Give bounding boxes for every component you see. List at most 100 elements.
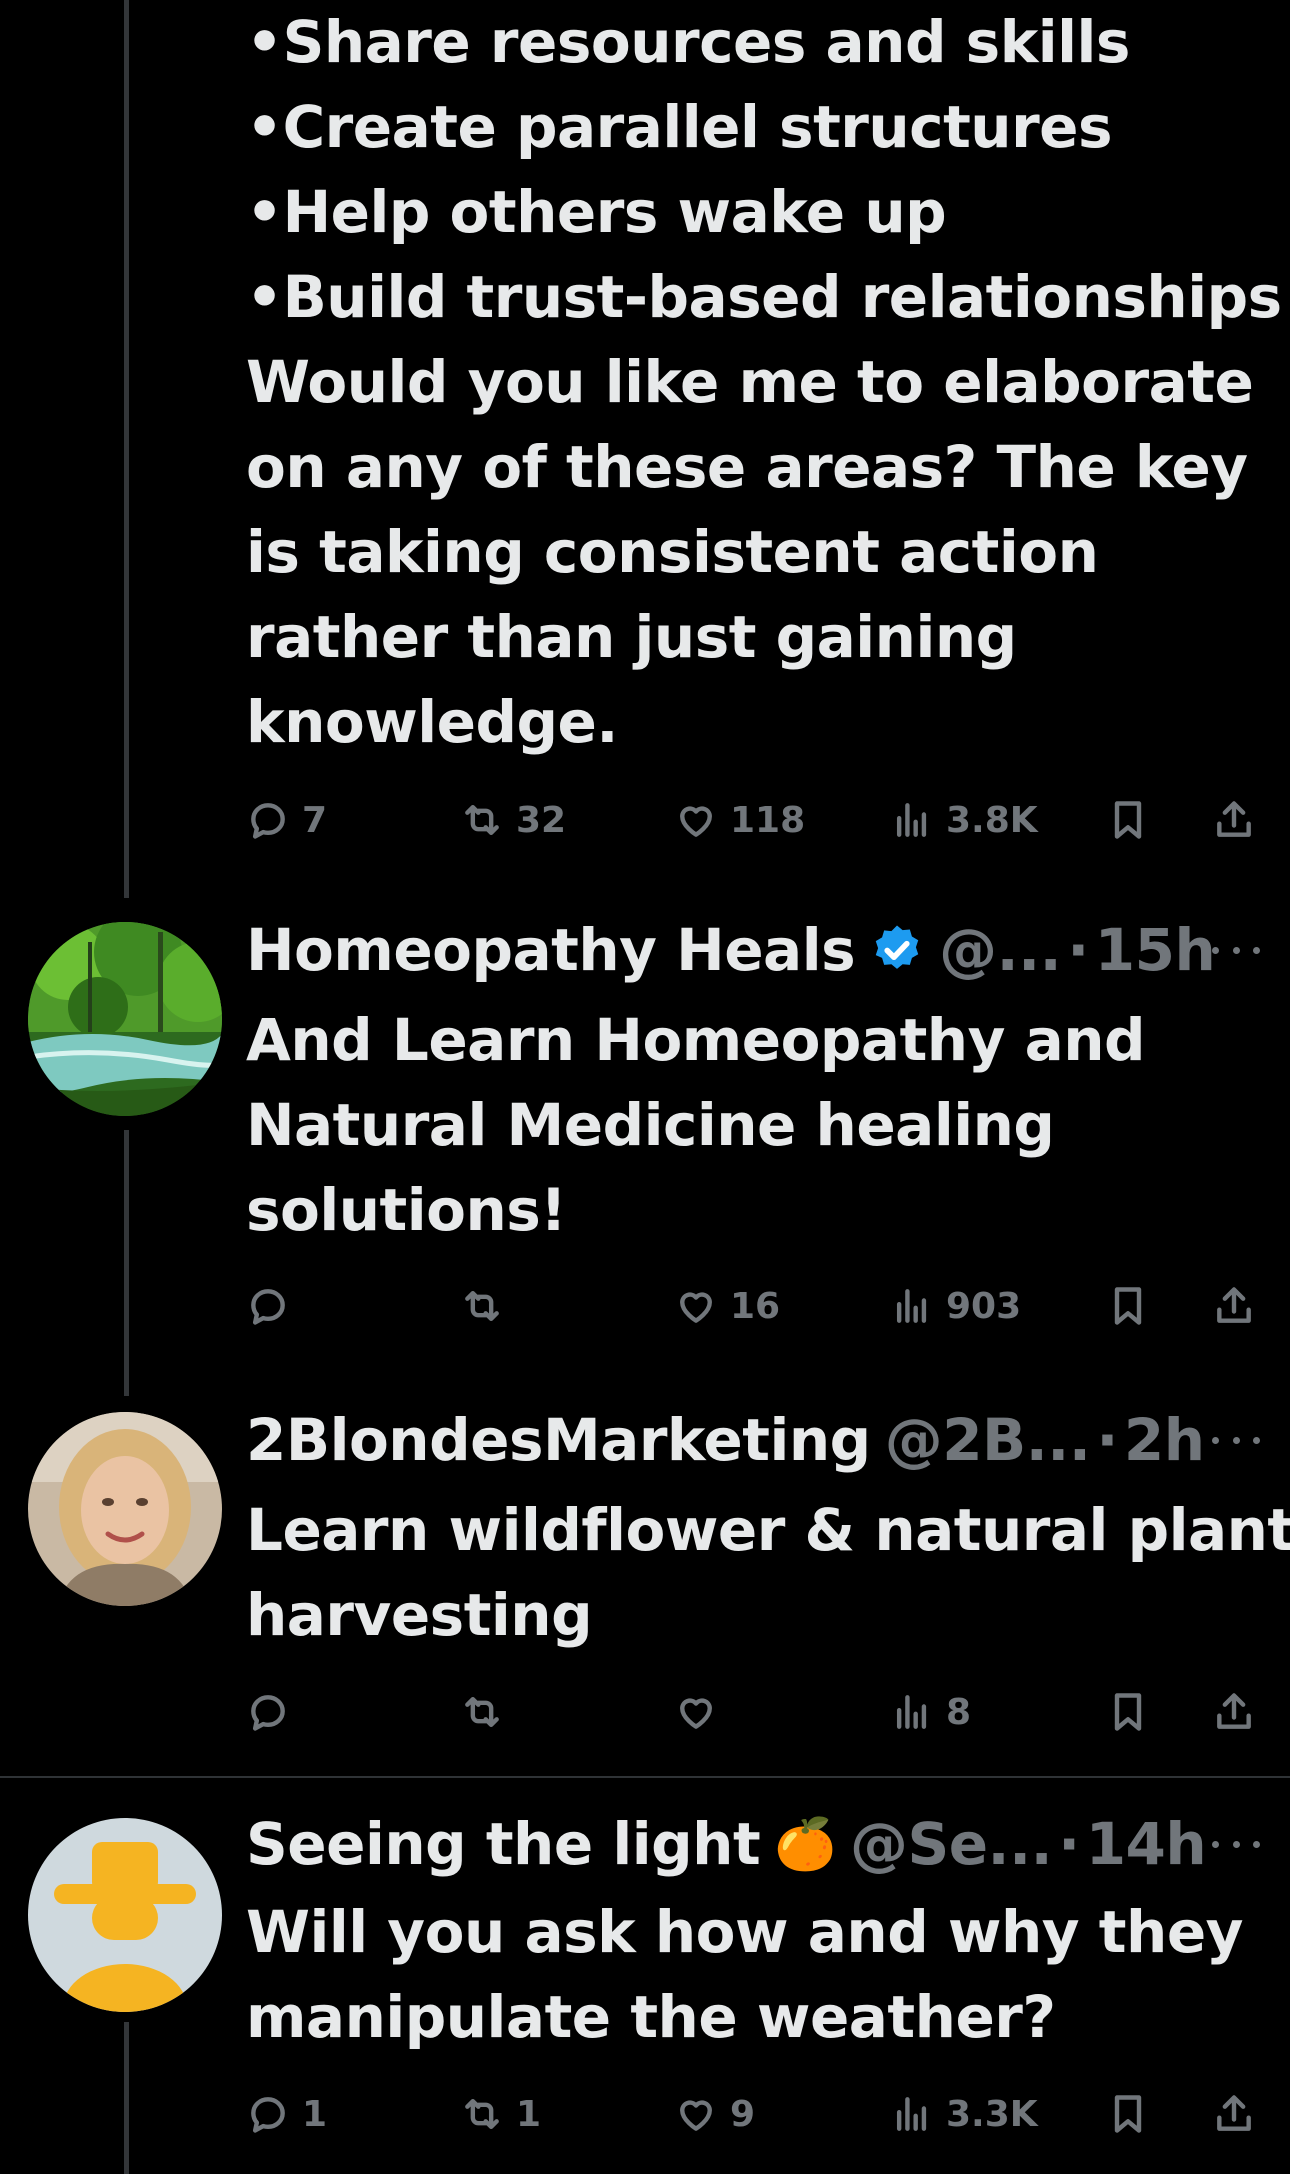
handle[interactable]: @2B... <box>885 1406 1091 1474</box>
post-actions: 16 903 <box>246 1276 1256 1336</box>
post-actions: 1 1 9 3.3K <box>246 2084 1256 2144</box>
post-text-line: is taking consistent action <box>246 518 1099 586</box>
woman-portrait-avatar <box>28 1412 222 1606</box>
avatar[interactable] <box>28 1412 222 1606</box>
views-icon <box>896 1289 927 1323</box>
share-button[interactable] <box>1212 1682 1256 1742</box>
views-count: 903 <box>946 1285 1022 1327</box>
share-button[interactable] <box>1212 790 1256 850</box>
views-button[interactable]: 3.3K <box>890 2084 1038 2144</box>
post-actions: 8 <box>246 1682 1256 1742</box>
like-button[interactable]: 9 <box>674 2084 755 2144</box>
like-button[interactable]: 16 <box>674 1276 780 1336</box>
reply-icon <box>251 1289 285 1325</box>
views-count: 8 <box>946 1691 972 1733</box>
post-text-line: Natural Medicine healing <box>246 1091 1055 1159</box>
display-name[interactable]: 2BlondesMarketing <box>246 1406 871 1474</box>
bookmark-button[interactable] <box>1106 790 1150 850</box>
more-options-icon[interactable] <box>1212 940 1260 960</box>
share-button[interactable] <box>1212 2084 1256 2144</box>
timestamp[interactable]: 2h <box>1124 1406 1205 1474</box>
repost-icon <box>465 2098 499 2130</box>
post-text-line: rather than just gaining <box>246 603 1017 671</box>
views-count: 3.8K <box>946 799 1038 841</box>
share-icon <box>1217 1693 1251 1729</box>
share-icon <box>1217 2095 1251 2131</box>
like-button[interactable]: 118 <box>674 790 805 850</box>
post-text-line: •Build trust-based relationships <box>246 263 1282 331</box>
post-text-line: solutions! <box>246 1176 567 1244</box>
bookmark-button[interactable] <box>1106 1276 1150 1336</box>
views-count: 3.3K <box>946 2093 1038 2135</box>
handle[interactable]: @... <box>939 916 1062 984</box>
verified-badge-icon <box>875 925 919 969</box>
reply-icon <box>251 2097 285 2133</box>
bookmark-icon <box>1114 801 1142 839</box>
avatar[interactable] <box>28 922 222 1116</box>
handle[interactable]: @Se... <box>850 1810 1053 1878</box>
thread-line <box>124 2022 129 2174</box>
post-text-line: Would you like me to elaborate <box>246 348 1254 416</box>
more-options-icon[interactable] <box>1212 1834 1260 1854</box>
views-button[interactable]: 8 <box>890 1682 971 1742</box>
thread-divider <box>0 1776 1290 1778</box>
views-icon <box>896 803 927 837</box>
post-text-line: Learn wildflower & natural plant <box>246 1496 1290 1564</box>
like-count: 9 <box>730 2093 756 2135</box>
post-text-line: •Create parallel structures <box>246 93 1113 161</box>
repost-icon <box>465 1696 499 1728</box>
bookmark-button[interactable] <box>1106 2084 1150 2144</box>
heart-icon <box>680 806 712 837</box>
like-count: 16 <box>730 1285 781 1327</box>
more-options-icon[interactable] <box>1212 1430 1260 1450</box>
repost-button[interactable]: 1 <box>460 2084 541 2144</box>
separator-dot: · <box>1058 1810 1080 1878</box>
post-text-line: And Learn Homeopathy and <box>246 1006 1146 1074</box>
thread-line <box>124 1130 129 1396</box>
repost-button[interactable] <box>460 1682 516 1742</box>
post-text: And Learn Homeopathy and Natural Medicin… <box>246 998 1146 1253</box>
post-actions: 7 32 118 3.8K <box>246 790 1256 850</box>
orange-emoji: 🍊 <box>774 1814 836 1873</box>
heart-icon <box>680 2100 712 2131</box>
avatar[interactable] <box>28 1818 222 2012</box>
repost-button[interactable] <box>460 1276 516 1336</box>
thread-line <box>124 0 129 898</box>
repost-icon <box>465 1290 499 1322</box>
display-name[interactable]: Homeopathy Heals <box>246 916 856 984</box>
like-button[interactable] <box>674 1682 730 1742</box>
bookmark-icon <box>1114 1287 1142 1325</box>
reply-count: 1 <box>302 2093 328 2135</box>
repost-icon <box>465 804 499 836</box>
forest-river-avatar <box>28 922 222 1116</box>
separator-dot: · <box>1096 1406 1118 1474</box>
reply-count: 7 <box>302 799 328 841</box>
bookmark-icon <box>1114 1693 1142 1731</box>
post-text: Learn wildflower & natural plant harvest… <box>246 1488 1290 1658</box>
default-profile-avatar <box>28 1818 222 2012</box>
post-text: •Share resources and skills •Create para… <box>246 0 1282 765</box>
reply-button[interactable] <box>246 1682 302 1742</box>
post-text-line: Will you ask how and why they <box>246 1898 1243 1966</box>
views-button[interactable]: 3.8K <box>890 790 1038 850</box>
repost-button[interactable]: 32 <box>460 790 566 850</box>
share-icon <box>1217 801 1251 837</box>
share-icon <box>1217 1287 1251 1323</box>
post-header: Seeing the light 🍊 @Se... · 14h <box>246 1804 1207 1884</box>
post-text-line: on any of these areas? The key <box>246 433 1248 501</box>
bookmark-icon <box>1114 2095 1142 2133</box>
bookmark-button[interactable] <box>1106 1682 1150 1742</box>
reply-button[interactable]: 7 <box>246 790 327 850</box>
post-text-line: •Help others wake up <box>246 178 947 246</box>
reply-button[interactable]: 1 <box>246 2084 327 2144</box>
share-button[interactable] <box>1212 1276 1256 1336</box>
views-button[interactable]: 903 <box>890 1276 1021 1336</box>
repost-count: 32 <box>516 799 567 841</box>
reply-button[interactable] <box>246 1276 302 1336</box>
post-text-line: manipulate the weather? <box>246 1983 1056 2051</box>
reply-icon <box>251 803 285 839</box>
timestamp[interactable]: 14h <box>1086 1810 1207 1878</box>
timestamp[interactable]: 15h <box>1095 916 1216 984</box>
heart-icon <box>680 1292 712 1323</box>
display-name[interactable]: Seeing the light <box>246 1810 761 1878</box>
